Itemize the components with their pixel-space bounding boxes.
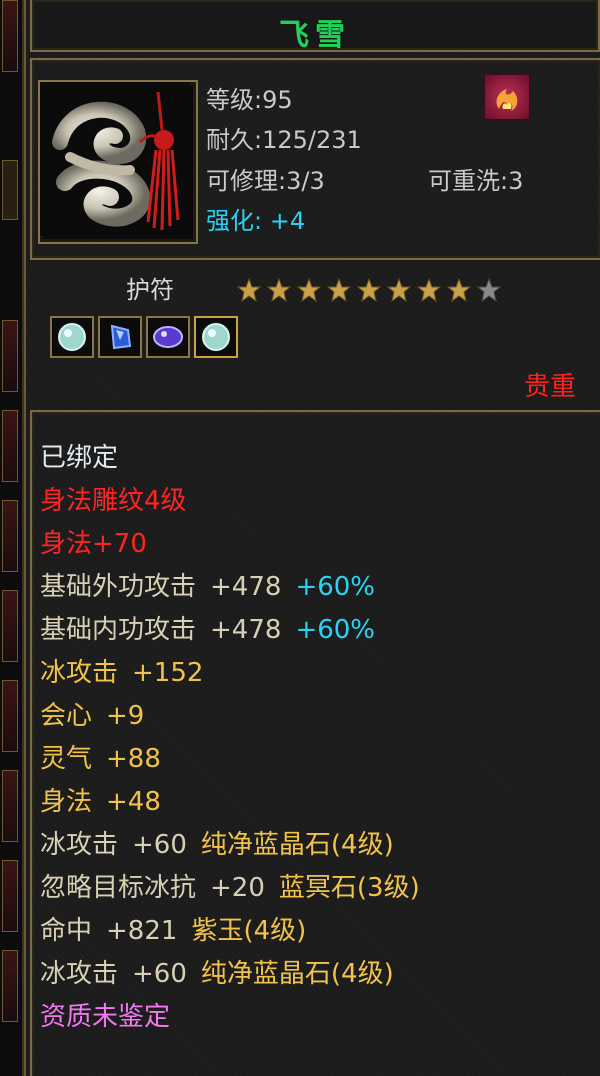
white-crystal-gem-icon[interactable] (194, 316, 238, 358)
attr-value: +478 (210, 615, 282, 645)
attr-value: +60 (132, 830, 187, 860)
attr-name: 会心 (40, 701, 93, 731)
item-type-label: 护符 (126, 276, 174, 304)
purple-crystal-gem-icon[interactable] (146, 316, 190, 358)
left-edge-strip (0, 0, 24, 1076)
left-slot[interactable] (2, 950, 18, 1022)
attr-name: 冰攻击 (40, 830, 119, 860)
star-icon (356, 277, 382, 303)
star-icon (386, 277, 412, 303)
attr-name: 基础外功攻击 (40, 572, 197, 602)
left-slot[interactable] (2, 320, 18, 392)
attr-name: 冰攻击 (40, 658, 119, 688)
rewash-stat: 可重洗:3 (428, 167, 524, 195)
blue-crystal-gem-icon[interactable] (98, 316, 142, 358)
star-icon (296, 277, 322, 303)
bound-status: 已绑定 (40, 443, 119, 473)
jade-pendant-icon (40, 82, 190, 236)
attr-name: 基础内功攻击 (40, 615, 197, 645)
white-crystal-gem-icon[interactable] (50, 316, 94, 358)
attr-value: +152 (132, 658, 204, 688)
attr-value: +20 (210, 873, 265, 903)
attr-value: +9 (106, 701, 145, 731)
attr-value: +478 (210, 572, 282, 602)
gem-bonus-line: 命中 +821 紫玉(4级) (40, 915, 306, 947)
gem-name: 纯净蓝晶石(4级) (200, 830, 394, 860)
item-name: 飞雪 (279, 18, 351, 53)
spirit-line: 灵气 +88 (40, 743, 161, 775)
engraving-line: 身法雕纹4级 (40, 486, 187, 516)
attr-value: +88 (106, 744, 161, 774)
star-icon (266, 277, 292, 303)
attr-percent: +60% (295, 615, 376, 645)
crit-line: 会心 +9 (40, 700, 144, 732)
ice-attack-line: 冰攻击 +152 (40, 657, 203, 689)
left-slot[interactable] (2, 860, 18, 932)
quality-status: 资质未鉴定 (40, 1002, 171, 1032)
agility-line: 身法 +48 (40, 786, 161, 818)
attr-value: +60 (132, 959, 187, 989)
title-bar: 飞雪 (30, 0, 600, 53)
rarity-label: 贵重 (523, 372, 576, 402)
gem-name: 蓝冥石(3级) (278, 873, 420, 903)
flame-badge-icon (484, 74, 530, 120)
engraving-bonus-line: 身法+70 (40, 529, 147, 559)
star-icon (326, 277, 352, 303)
attr-name: 身法 (40, 787, 93, 817)
gem-bonus-line: 冰攻击 +60 纯净蓝晶石(4级) (40, 829, 394, 861)
left-slot[interactable] (2, 0, 18, 72)
external-attack-line: 基础外功攻击 +478 +60% (40, 571, 375, 603)
left-slot[interactable] (2, 770, 18, 842)
attr-percent: +60% (295, 572, 376, 602)
star-icon (416, 277, 442, 303)
attr-value: +48 (106, 787, 161, 817)
gem-name: 紫玉(4级) (191, 916, 307, 946)
gem-name: 纯净蓝晶石(4级) (200, 959, 394, 989)
empty-star-icon (476, 277, 502, 303)
attr-name: 忽略目标冰抗 (40, 873, 197, 903)
attr-name: 灵气 (40, 744, 93, 774)
left-slot[interactable] (2, 160, 18, 220)
star-icon (236, 277, 262, 303)
level-stat: 等级:95 (206, 86, 293, 114)
left-slot[interactable] (2, 680, 18, 752)
enhance-stat: 强化: +4 (206, 207, 306, 235)
left-slot[interactable] (2, 500, 18, 572)
internal-attack-line: 基础内功攻击 +478 +60% (40, 614, 375, 646)
attr-value: +821 (106, 916, 178, 946)
star-icon (446, 277, 472, 303)
gem-bonus-line: 冰攻击 +60 纯净蓝晶石(4级) (40, 958, 394, 990)
item-icon-frame (38, 80, 198, 244)
left-slot[interactable] (2, 410, 18, 482)
left-slot[interactable] (2, 590, 18, 662)
attr-name: 命中 (40, 916, 93, 946)
gem-bonus-line: 忽略目标冰抗 +20 蓝冥石(3级) (40, 872, 420, 904)
attr-name: 冰攻击 (40, 959, 119, 989)
repair-stat: 可修理:3/3 (206, 167, 325, 195)
durability-stat: 耐久:125/231 (206, 126, 362, 154)
